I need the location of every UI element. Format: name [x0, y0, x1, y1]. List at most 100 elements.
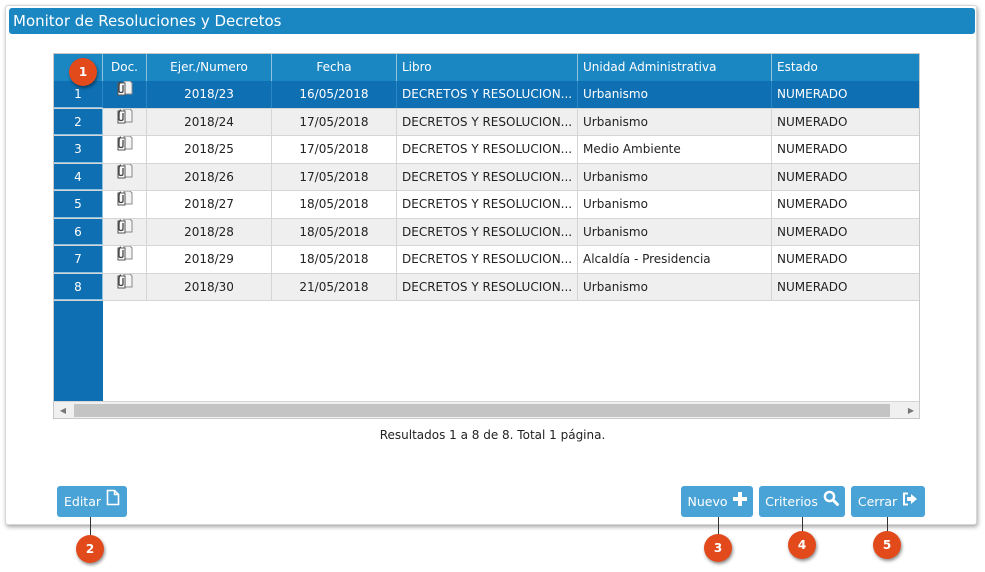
doc-cell[interactable] [103, 81, 147, 108]
header-estado[interactable]: Estado [772, 54, 919, 81]
libro-cell: DECRETOS Y RESOLUCION... [397, 136, 578, 163]
ejer-numero-cell: 2018/28 [147, 218, 272, 245]
row-number[interactable]: 8 [54, 273, 103, 300]
row-number[interactable]: 5 [54, 191, 103, 218]
fecha-cell: 17/05/2018 [272, 108, 397, 135]
fecha-cell: 17/05/2018 [272, 163, 397, 190]
header-unidad-administrativa[interactable]: Unidad Administrativa [578, 54, 772, 81]
fecha-cell: 17/05/2018 [272, 136, 397, 163]
nuevo-button[interactable]: Nuevo [681, 486, 753, 517]
attachment-document-icon[interactable] [116, 191, 134, 217]
ejer-numero-cell: 2018/23 [147, 81, 272, 108]
ejer-numero-cell: 2018/29 [147, 246, 272, 273]
row-number[interactable]: 7 [54, 246, 103, 273]
search-icon [823, 486, 839, 517]
scrollbar-thumb[interactable] [74, 404, 890, 417]
fecha-cell: 16/05/2018 [272, 81, 397, 108]
attachment-document-icon[interactable] [116, 273, 134, 300]
table-row[interactable]: 1 2018/23 16/05/2018 DECRETOS Y RESOLUCION.… [54, 81, 919, 109]
callout-badge-3: 3 [704, 534, 732, 562]
callout-connector-2 [90, 517, 91, 535]
unidad-administrativa-cell: Urbanismo [578, 191, 772, 218]
criterios-button[interactable]: Criterios [759, 486, 845, 517]
libro-cell: DECRETOS Y RESOLUCION... [397, 218, 578, 245]
header-ejer-numero[interactable]: Ejer./Numero [147, 54, 272, 81]
doc-cell[interactable] [103, 108, 147, 135]
libro-cell: DECRETOS Y RESOLUCION... [397, 108, 578, 135]
doc-cell[interactable] [103, 136, 147, 163]
estado-cell: NUMERADO [777, 252, 848, 266]
attachment-document-icon[interactable] [116, 246, 134, 272]
header-doc[interactable]: Doc. [103, 54, 147, 81]
scroll-left-arrow-icon[interactable]: ◀ [54, 402, 72, 418]
ejer-numero-cell: 2018/24 [147, 108, 272, 135]
attachment-document-icon[interactable] [116, 163, 134, 190]
editar-button[interactable]: Editar [57, 486, 127, 517]
sign-out-icon [902, 486, 918, 517]
fecha-cell: 21/05/2018 [272, 273, 397, 300]
horizontal-scrollbar[interactable]: ◀ ▶ [54, 401, 919, 418]
estado-cell: NUMERADO [777, 279, 848, 294]
ejer-numero-cell: 2018/30 [147, 273, 272, 300]
unidad-administrativa-cell: Urbanismo [578, 273, 772, 300]
unidad-administrativa-cell: Alcaldía - Presidencia [578, 246, 772, 273]
doc-cell[interactable] [103, 218, 147, 245]
callout-connector-4 [802, 517, 803, 532]
criterios-label: Criterios [765, 494, 818, 509]
table-row[interactable]: 7 2018/29 18/05/2018 DECRETOS Y RESOLUCION.… [54, 246, 919, 274]
attachment-document-icon[interactable] [116, 108, 134, 135]
unidad-administrativa-cell: Urbanismo [578, 163, 772, 190]
estado-cell: NUMERADO [777, 87, 848, 101]
unidad-administrativa-cell: Urbanismo [578, 81, 772, 108]
cerrar-button[interactable]: Cerrar [851, 486, 925, 517]
callout-badge-1: 1 [69, 58, 97, 86]
libro-cell: DECRETOS Y RESOLUCION... [397, 81, 578, 108]
unidad-administrativa-cell: Medio Ambiente [578, 136, 772, 163]
window-title: Monitor de Resoluciones y Decretos [9, 8, 975, 34]
row-number[interactable]: 2 [54, 108, 103, 135]
scroll-right-arrow-icon[interactable]: ▶ [902, 402, 919, 418]
estado-cell: NUMERADO [777, 114, 848, 129]
ejer-numero-cell: 2018/25 [147, 136, 272, 163]
ejer-numero-cell: 2018/26 [147, 163, 272, 190]
unidad-administrativa-cell: Urbanismo [578, 218, 772, 245]
cerrar-label: Cerrar [857, 494, 898, 509]
libro-cell: DECRETOS Y RESOLUCION... [397, 273, 578, 300]
doc-cell[interactable] [103, 191, 147, 218]
grid-rows: 1 2018/23 16/05/2018 DECRETOS Y RESOLUCION.… [54, 81, 919, 301]
callout-connector-5 [887, 517, 888, 532]
callout-badge-2: 2 [76, 535, 104, 563]
estado-cell: NUMERADO [777, 142, 848, 156]
table-row[interactable]: 3 2018/25 17/05/2018 DECRETOS Y RESOLUCION.… [54, 136, 919, 164]
table-row[interactable]: 4 2018/26 17/05/2018 DECRETOS Y RESOLUCION.… [54, 163, 919, 191]
plus-icon [732, 486, 747, 517]
results-summary: Resultados 1 a 8 de 8. Total 1 página. [379, 428, 606, 442]
results-grid: Doc. Ejer./Numero Fecha Libro Unidad Adm… [53, 53, 920, 419]
attachment-document-icon[interactable] [116, 81, 134, 107]
doc-cell[interactable] [103, 163, 147, 190]
attachment-document-icon[interactable] [116, 218, 134, 245]
doc-cell[interactable] [103, 273, 147, 300]
estado-cell: NUMERADO [777, 169, 848, 184]
row-number[interactable]: 3 [54, 136, 103, 163]
row-number[interactable]: 6 [54, 218, 103, 245]
header-fecha[interactable]: Fecha [272, 54, 397, 81]
editar-label: Editar [63, 494, 101, 509]
fecha-cell: 18/05/2018 [272, 218, 397, 245]
estado-cell: NUMERADO [777, 197, 848, 211]
row-number[interactable]: 4 [54, 163, 103, 190]
table-row[interactable]: 5 2018/27 18/05/2018 DECRETOS Y RESOLUCION.… [54, 191, 919, 219]
header-libro[interactable]: Libro [397, 54, 578, 81]
table-row[interactable]: 6 2018/28 18/05/2018 DECRETOS Y RESOLUCION.… [54, 218, 919, 246]
unidad-administrativa-cell: Urbanismo [578, 108, 772, 135]
attachment-document-icon[interactable] [116, 136, 134, 162]
table-row[interactable]: 8 2018/30 21/05/2018 DECRETOS Y RESOLUCION.… [54, 273, 919, 301]
libro-cell: DECRETOS Y RESOLUCION... [397, 246, 578, 273]
table-row[interactable]: 2 2018/24 17/05/2018 DECRETOS Y RESOLUCION.… [54, 108, 919, 136]
estado-cell: NUMERADO [777, 224, 848, 239]
document-icon [106, 486, 120, 517]
libro-cell: DECRETOS Y RESOLUCION... [397, 191, 578, 218]
callout-badge-4: 4 [788, 531, 816, 559]
libro-cell: DECRETOS Y RESOLUCION... [397, 163, 578, 190]
doc-cell[interactable] [103, 246, 147, 273]
